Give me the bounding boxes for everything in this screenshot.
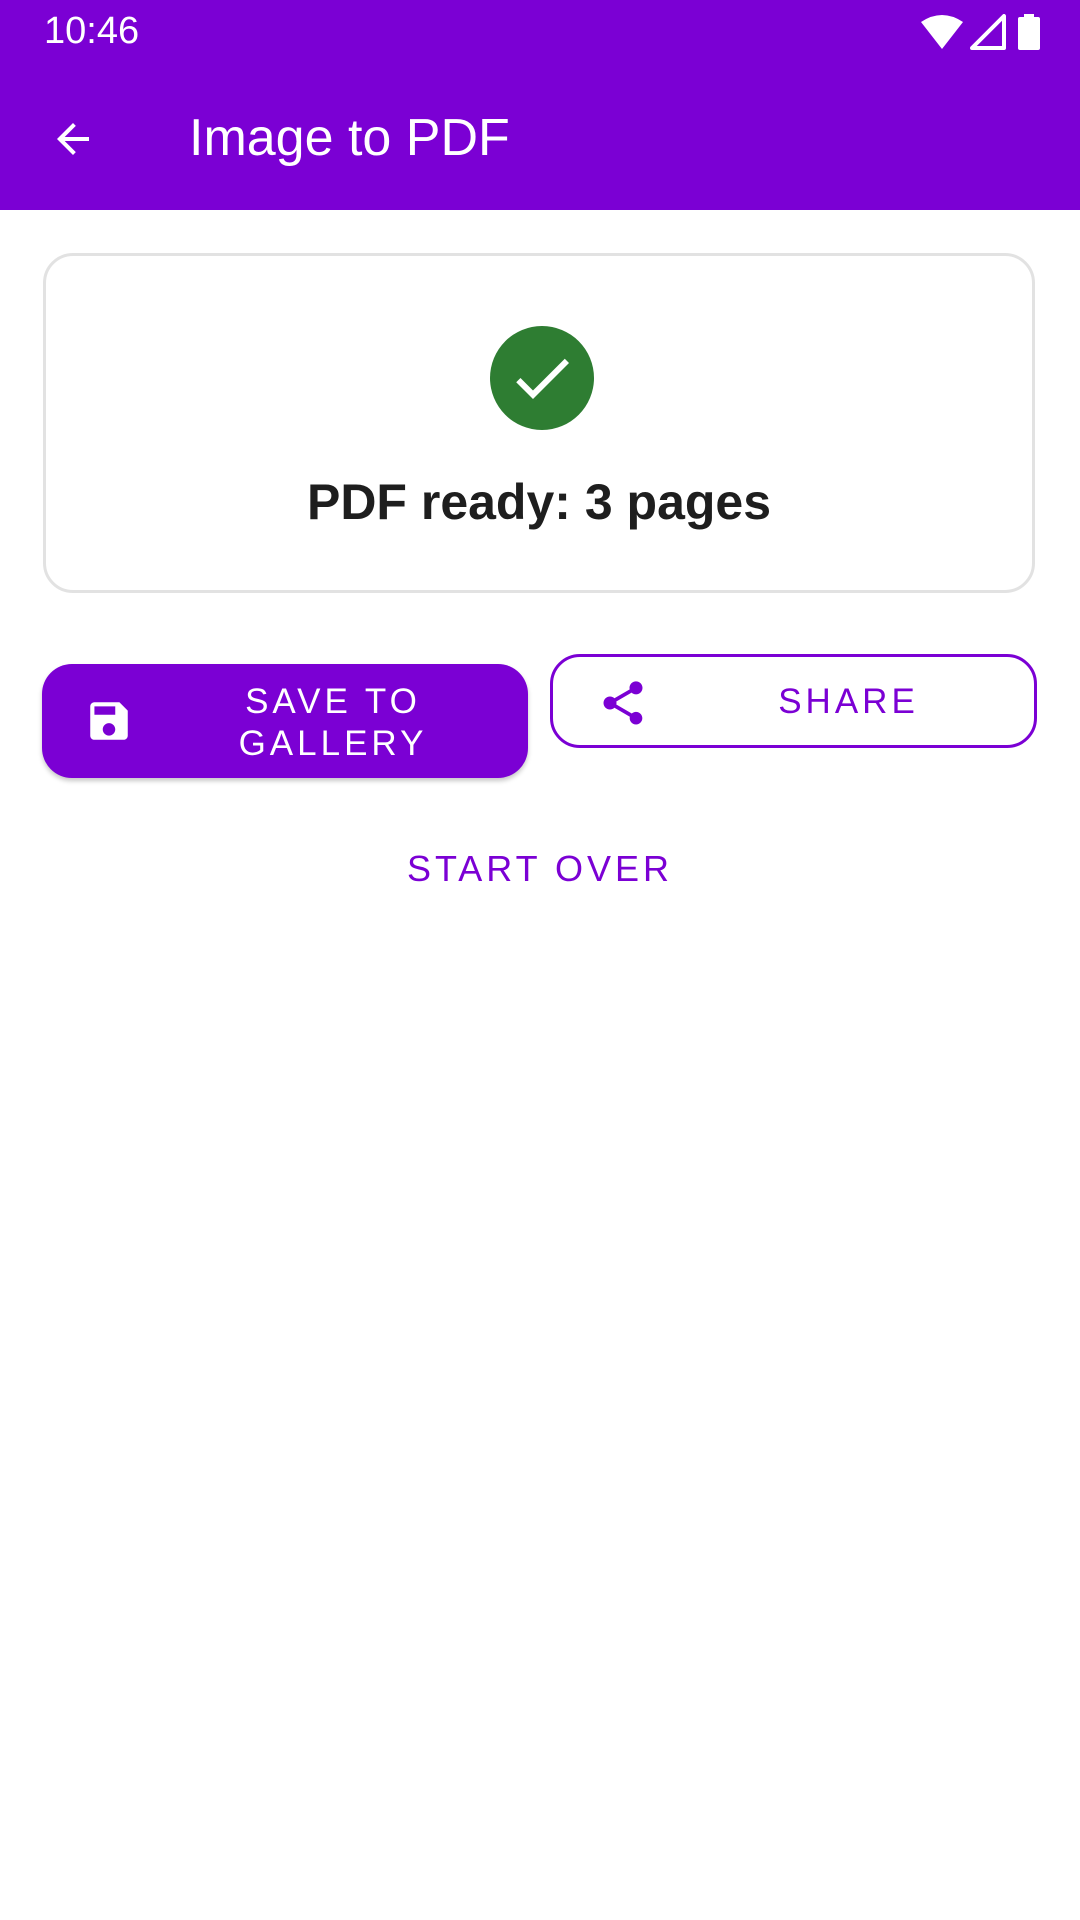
app-bar: 10:46 Image to PDF [0, 0, 1080, 210]
battery-icon [1018, 14, 1040, 50]
checkmark-icon [516, 358, 569, 399]
share-label: SHARE [778, 682, 919, 721]
result-card: PDF ready: 3 pages [43, 253, 1035, 593]
app-title: Image to PDF [189, 109, 510, 167]
back-button[interactable] [40, 106, 106, 172]
save-to-gallery-label: SAVE TO GALLERY [238, 682, 428, 763]
cellular-signal-icon [970, 14, 1006, 50]
status-time: 10:46 [44, 10, 140, 52]
status-icons [920, 12, 1040, 52]
start-over-button[interactable]: START OVER [0, 848, 1080, 890]
check-circle-icon [490, 326, 594, 430]
save-to-gallery-button[interactable]: SAVE TO GALLERY [42, 664, 528, 778]
share-button[interactable]: SHARE [550, 654, 1037, 748]
floppy-disk-icon [90, 702, 128, 740]
arrow-back-icon [57, 123, 89, 155]
share-icon [603, 681, 643, 725]
pdf-ready-message: PDF ready: 3 pages [306, 474, 772, 530]
wifi-icon [921, 15, 963, 49]
